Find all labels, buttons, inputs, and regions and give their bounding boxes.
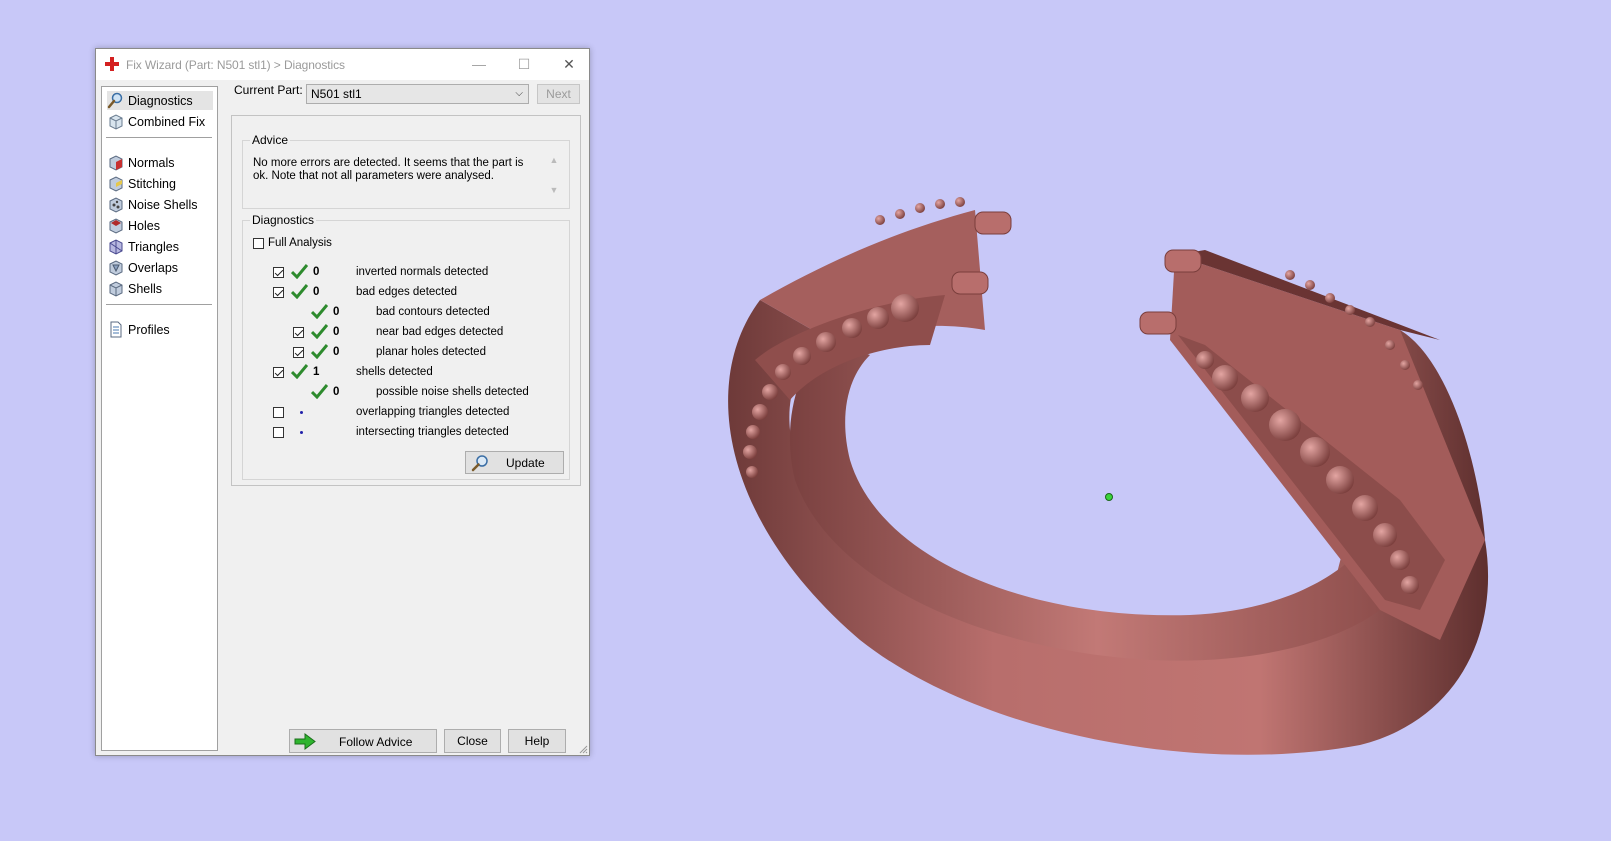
near-bad-edges-checkbox[interactable] <box>293 327 304 338</box>
full-analysis-checkbox[interactable] <box>253 238 264 249</box>
bad-edges-label: bad edges detected <box>356 286 458 298</box>
bad-contours-label: bad contours detected <box>376 306 490 318</box>
next-button[interactable]: Next <box>537 84 580 104</box>
update-button[interactable]: Update <box>465 451 564 474</box>
full-analysis-label: Full Analysis <box>268 237 332 249</box>
green-check-icon <box>311 324 328 339</box>
near-bad-edges-count: 0 <box>333 326 340 338</box>
sidebar-item-noise-shells[interactable]: Noise Shells <box>107 195 213 214</box>
green-check-icon <box>291 284 308 299</box>
advice-group: Advice No more errors are detected. It s… <box>242 133 570 209</box>
sidebar-item-profiles[interactable]: Profiles <box>107 320 213 339</box>
sidebar-item-normals[interactable]: Normals <box>107 153 213 172</box>
green-check-icon <box>311 304 328 319</box>
sidebar-item-holes[interactable]: Holes <box>107 216 213 235</box>
advice-scrollbar[interactable]: ▲ ▼ <box>547 155 561 201</box>
sidebar-item-overlaps[interactable]: Overlaps <box>107 258 213 277</box>
sidebar-item-triangles[interactable]: Triangles <box>107 237 213 256</box>
pending-dot-icon <box>300 431 303 434</box>
near-bad-edges-label: near bad edges detected <box>376 326 504 338</box>
sidebar-item-label: Triangles <box>128 239 179 254</box>
sidebar-item-label: Shells <box>128 281 163 296</box>
sidebar-item-label: Diagnostics <box>128 93 193 108</box>
shells-label: shells detected <box>356 366 433 378</box>
planar-holes-checkbox[interactable] <box>293 347 304 358</box>
close-window-button[interactable]: ✕ <box>554 52 584 76</box>
current-part-label: Current Part: <box>234 83 303 97</box>
bad-edges-count: 0 <box>313 286 320 298</box>
current-part-value: N501 stl1 <box>311 87 362 101</box>
shells-cube-icon <box>109 281 123 297</box>
inverted-normals-count: 0 <box>313 266 320 278</box>
inverted-normals-label: inverted normals detected <box>356 266 489 278</box>
sidebar-item-label: Combined Fix <box>128 114 206 129</box>
diagnostics-title: Diagnostics <box>250 213 317 227</box>
triangles-cube-icon <box>109 239 123 255</box>
sidebar-item-label: Overlaps <box>128 260 179 275</box>
sidebar-divider <box>106 137 212 138</box>
intersecting-triangles-label: intersecting triangles detected <box>356 426 509 438</box>
sidebar-item-combined-fix[interactable]: Combined Fix <box>107 112 213 131</box>
advice-text: No more errors are detected. It seems th… <box>253 157 524 182</box>
arrow-right-icon <box>294 733 316 750</box>
overlapping-triangles-checkbox[interactable] <box>273 407 284 418</box>
minimize-button[interactable]: — <box>464 52 494 76</box>
medical-cross-icon <box>105 57 119 71</box>
green-check-icon <box>311 344 328 359</box>
title-bar[interactable]: Fix Wizard (Part: N501 stl1) > Diagnosti… <box>96 49 589 80</box>
resize-grip-icon[interactable] <box>578 744 588 754</box>
chevron-down-icon: ⌵ <box>515 88 523 99</box>
document-icon <box>110 321 122 338</box>
magnifier-icon <box>107 92 123 109</box>
planar-holes-label: planar holes detected <box>376 346 486 358</box>
close-button[interactable]: Close <box>444 729 501 753</box>
planar-holes-count: 0 <box>333 346 340 358</box>
sidebar-item-stitching[interactable]: Stitching <box>107 174 213 193</box>
cube-icon <box>109 114 123 130</box>
shells-checkbox[interactable] <box>273 367 284 378</box>
sidebar-item-label: Noise Shells <box>128 197 198 212</box>
update-label: Update <box>506 456 545 470</box>
inverted-normals-checkbox[interactable] <box>273 267 284 278</box>
diagnostics-panel: Advice No more errors are detected. It s… <box>231 115 581 486</box>
shells-count: 1 <box>313 366 320 378</box>
pending-dot-icon <box>300 411 303 414</box>
noise-shells-icon <box>109 197 123 213</box>
sidebar-item-label: Normals <box>128 155 175 170</box>
noise-shells-count: 0 <box>333 386 340 398</box>
current-part-select[interactable]: N501 stl1 ⌵ <box>306 84 529 104</box>
normals-cube-icon <box>109 155 123 171</box>
noise-shells-label: possible noise shells detected <box>376 386 529 398</box>
green-check-icon <box>291 364 308 379</box>
sidebar-item-label: Holes <box>128 218 160 233</box>
bad-edges-checkbox[interactable] <box>273 287 284 298</box>
sidebar-item-shells[interactable]: Shells <box>107 279 213 298</box>
diagnostics-group: Diagnostics Full Analysis 0 inverted nor… <box>242 213 570 480</box>
holes-cube-icon <box>109 218 123 234</box>
fix-wizard-window: Fix Wizard (Part: N501 stl1) > Diagnosti… <box>95 48 590 756</box>
sidebar-item-diagnostics[interactable]: Diagnostics <box>107 91 213 110</box>
green-check-icon <box>311 384 328 399</box>
advice-title: Advice <box>250 133 291 147</box>
window-title: Fix Wizard (Part: N501 stl1) > Diagnosti… <box>126 58 345 72</box>
magnifier-icon <box>471 455 488 472</box>
maximize-button[interactable]: ☐ <box>509 52 539 76</box>
wizard-sidebar: Diagnostics Combined Fix Normals Stitchi… <box>101 86 218 751</box>
bad-contours-count: 0 <box>333 306 340 318</box>
follow-advice-label: Follow Advice <box>339 735 413 749</box>
sidebar-item-label: Stitching <box>128 176 176 191</box>
follow-advice-button[interactable]: Follow Advice <box>289 729 437 753</box>
sidebar-divider <box>106 304 212 305</box>
help-button[interactable]: Help <box>508 729 566 753</box>
stitching-cube-icon <box>109 176 123 192</box>
overlapping-triangles-label: overlapping triangles detected <box>356 406 510 418</box>
overlaps-cube-icon <box>109 260 123 276</box>
sidebar-item-label: Profiles <box>128 322 170 337</box>
green-check-icon <box>291 264 308 279</box>
intersecting-triangles-checkbox[interactable] <box>273 427 284 438</box>
